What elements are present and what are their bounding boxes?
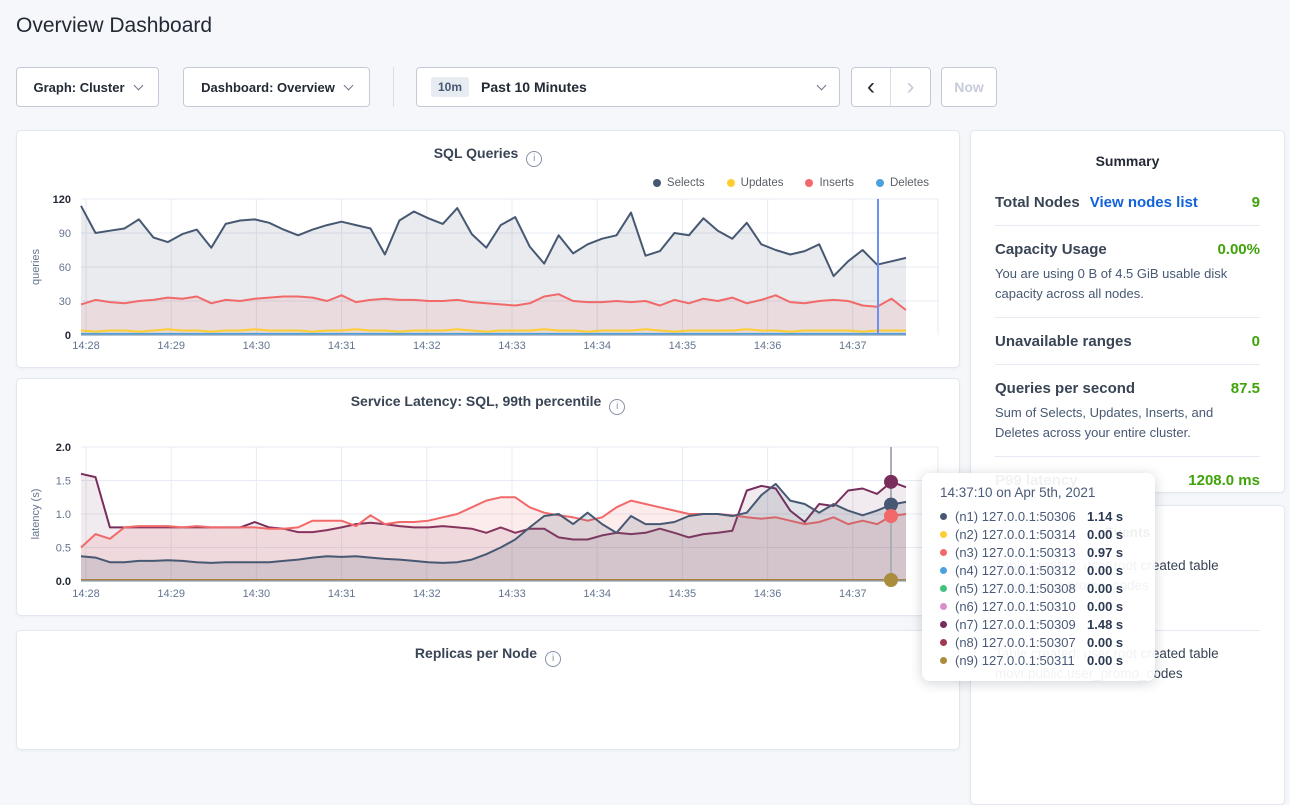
sql-queries-plot[interactable]: 14:28 14:29 14:30 14:31 14:32 14:33 14:34 14:35… [17,131,961,369]
svg-text:14:36: 14:36 [754,340,782,352]
svg-text:14:31: 14:31 [328,340,356,352]
tooltip-row-n3: (n3) 127.0.0.1:503130.97 s [938,543,1139,561]
view-nodes-list-link[interactable]: View nodes list [1090,194,1198,211]
total-nodes-label: Total Nodes [995,194,1080,211]
time-range-label: Past 10 Minutes [481,79,587,95]
svg-text:14:34: 14:34 [583,340,611,352]
svg-text:14:31: 14:31 [328,588,356,600]
qps-caption: Sum of Selects, Updates, Inserts, and De… [995,403,1260,442]
summary-row-total-nodes: Total Nodes View nodes list 9 [995,179,1260,226]
time-range-picker[interactable]: 10m Past 10 Minutes [416,67,840,107]
svg-text:2.0: 2.0 [56,442,71,454]
node-color-dot-icon [940,639,947,646]
svg-text:0.0: 0.0 [56,576,71,588]
controls-bar: Graph: Cluster Dashboard: Overview 10m P… [0,67,1290,107]
capacity-usage-value: 0.00% [1217,241,1260,258]
capacity-usage-label: Capacity Usage [995,241,1107,258]
svg-text:14:36: 14:36 [754,588,782,600]
total-nodes-value: 9 [1252,194,1260,211]
summary-row-qps: Queries per second 87.5 Sum of Selects, … [995,365,1260,457]
svg-text:14:34: 14:34 [583,588,611,600]
tooltip-timestamp: 14:37:10 on Apr 5th, 2021 [938,485,1139,500]
replicas-per-node-chart-title: Replicas per Nodei [17,645,959,667]
summary-row-capacity: Capacity Usage 0.00% You are using 0 B o… [995,226,1260,318]
time-nav-group: ‹ › [851,67,931,107]
svg-text:90: 90 [59,228,71,240]
svg-text:30: 30 [59,296,71,308]
svg-text:14:37: 14:37 [839,340,867,352]
node-color-dot-icon [940,513,947,520]
svg-text:120: 120 [53,194,71,206]
svg-text:1.5: 1.5 [56,476,71,488]
service-latency-plot[interactable]: 14:28 14:29 14:30 14:31 14:32 14:33 14:34 14:35… [17,379,961,617]
time-prev-button[interactable]: ‹ [852,68,891,106]
overview-dashboard-page: Overview Dashboard Graph: Cluster Dashbo… [0,0,1290,689]
unavailable-ranges-value: 0 [1252,333,1260,350]
tooltip-row-n6: (n6) 127.0.0.1:503100.00 s [938,597,1139,615]
controls-divider [393,67,394,107]
svg-text:14:28: 14:28 [72,588,100,600]
chevron-down-icon [343,80,353,90]
node-color-dot-icon [940,585,947,592]
svg-text:14:37: 14:37 [839,588,867,600]
tooltip-row-n9: (n9) 127.0.0.1:503110.00 s [938,651,1139,669]
svg-text:14:32: 14:32 [413,340,441,352]
node-color-dot-icon [940,621,947,628]
svg-text:14:29: 14:29 [157,588,185,600]
svg-text:14:33: 14:33 [498,588,526,600]
sql-queries-chart-card: SQL Queriesi Selects Updates Inserts Del… [16,130,960,368]
tooltip-row-n5: (n5) 127.0.0.1:503080.00 s [938,579,1139,597]
tooltip-row-n7: (n7) 127.0.0.1:503091.48 s [938,615,1139,633]
time-range-badge: 10m [431,77,469,97]
node-color-dot-icon [940,603,947,610]
svg-text:0: 0 [65,330,71,342]
time-next-button-disabled[interactable]: › [891,68,930,106]
page-title: Overview Dashboard [16,14,212,38]
svg-text:14:30: 14:30 [243,588,271,600]
chevron-down-icon [133,80,143,90]
node-color-dot-icon [940,549,947,556]
svg-text:14:32: 14:32 [413,588,441,600]
chart-hover-tooltip: 14:37:10 on Apr 5th, 2021 (n1) 127.0.0.1… [922,473,1155,681]
capacity-usage-caption: You are using 0 B of 4.5 GiB usable disk… [995,264,1260,303]
svg-text:1.0: 1.0 [56,509,71,521]
replicas-per-node-chart-card: Replicas per Nodei [16,630,960,750]
now-button-disabled[interactable]: Now [941,67,997,107]
p99-latency-value: 1208.0 ms [1188,472,1260,489]
qps-value: 87.5 [1231,380,1260,397]
svg-text:14:30: 14:30 [243,340,271,352]
svg-text:14:28: 14:28 [72,340,100,352]
summary-panel: Summary Total Nodes View nodes list 9 Ca… [970,130,1285,493]
dashboard-dropdown-label: Dashboard: Overview [201,80,335,95]
svg-text:14:29: 14:29 [157,340,185,352]
tooltip-row-n1: (n1) 127.0.0.1:503061.14 s [938,507,1139,525]
svg-text:60: 60 [59,262,71,274]
svg-text:0.5: 0.5 [56,543,71,555]
svg-text:14:35: 14:35 [669,588,697,600]
qps-label: Queries per second [995,380,1135,397]
tooltip-row-n2: (n2) 127.0.0.1:503140.00 s [938,525,1139,543]
chevron-down-icon [817,80,827,90]
node-color-dot-icon [940,567,947,574]
svg-text:14:33: 14:33 [498,340,526,352]
service-latency-chart-card: Service Latency: SQL, 99th percentilei 1… [16,378,960,616]
summary-title: Summary [971,131,1284,169]
tooltip-row-n8: (n8) 127.0.0.1:503070.00 s [938,633,1139,651]
svg-text:14:35: 14:35 [669,340,697,352]
tooltip-row-n4: (n4) 127.0.0.1:503120.00 s [938,561,1139,579]
node-color-dot-icon [940,657,947,664]
dashboard-dropdown[interactable]: Dashboard: Overview [183,67,370,107]
svg-text:latency (s): latency (s) [30,489,42,540]
unavailable-ranges-label: Unavailable ranges [995,333,1132,350]
node-color-dot-icon [940,531,947,538]
summary-row-unavailable-ranges: Unavailable ranges 0 [995,318,1260,365]
graph-dropdown-label: Graph: Cluster [33,80,124,95]
svg-text:queries: queries [30,248,42,285]
info-icon[interactable]: i [545,651,561,667]
graph-dropdown[interactable]: Graph: Cluster [16,67,159,107]
